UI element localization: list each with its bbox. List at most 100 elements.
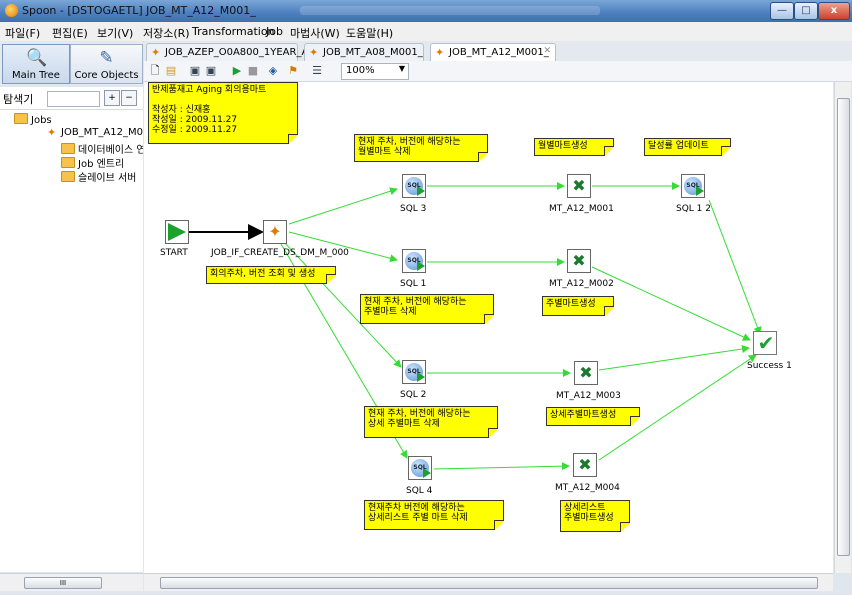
step-success-label: Success 1: [747, 361, 792, 371]
zoom-value: 100%: [346, 65, 375, 76]
step-sql3[interactable]: SQL: [402, 174, 426, 198]
step-sql2[interactable]: SQL: [402, 360, 426, 384]
hop-sql12-success[interactable]: [708, 199, 762, 335]
main-tree-button[interactable]: 🔍 Main Tree: [2, 44, 70, 84]
window-title: Spoon - [DSTOGAETL] JOB_MT_A12_M001_: [22, 4, 256, 17]
search-input[interactable]: [47, 91, 100, 107]
step-mt2[interactable]: ✖: [567, 249, 591, 273]
tab-label: JOB_MT_A08_M001_: [323, 47, 423, 58]
tab-job-mt-a08[interactable]: ✦ JOB_MT_A08_M001_: [304, 43, 424, 61]
tree-node-slave-servers[interactable]: 슬레이브 서버: [61, 169, 136, 184]
menu-bar: 파일(F) 편집(E) 보기(V) 저장소(R) Transformation …: [0, 22, 852, 42]
search-row: 탐색기 + −: [0, 87, 143, 110]
note-sql4[interactable]: 현재주차 버전에 해당하는 상세리스트 주별 마트 삭제: [364, 500, 504, 530]
main-tree-label: Main Tree: [12, 70, 60, 81]
job-canvas[interactable]: 반제품재고 Aging 회의용마트 작성자 : 신재홍 작성일 : 2009.1…: [144, 82, 833, 573]
canvas-horizontal-scrollbar[interactable]: [144, 573, 833, 591]
canvas-toolbar: 🗋 ▤ ▣ ▣ ▶ ■ ◈ ⚑ ☰ 100% ▼: [144, 61, 852, 82]
folder-icon: [61, 171, 75, 182]
sql-icon: SQL: [411, 459, 431, 478]
hop-mt2-success[interactable]: [591, 266, 751, 341]
layout-icon[interactable]: ☰: [310, 64, 324, 78]
minimize-button[interactable]: —: [770, 2, 794, 20]
canvas-hscroll-thumb[interactable]: [160, 577, 818, 589]
hop-sql4-mt4[interactable]: [433, 462, 570, 471]
merge-icon: ✖: [572, 251, 586, 270]
magnifier-icon: 🔍: [26, 48, 48, 68]
tab-label: JOB_AZEP_O0A800_1YEAR_ALL: [165, 47, 320, 58]
tab-label: JOB_MT_A12_M001_: [449, 47, 549, 58]
close-button[interactable]: x: [818, 2, 850, 20]
menu-file[interactable]: 파일(F): [5, 25, 40, 41]
note-detail-list[interactable]: 상세리스트 주별마트생성: [560, 500, 630, 532]
title-bar: Spoon - [DSTOGAETL] JOB_MT_A12_M001_ — □…: [0, 0, 852, 22]
tab-close-icon[interactable]: ✕: [543, 46, 551, 56]
sql-icon: SQL: [405, 177, 425, 196]
menu-view[interactable]: 보기(V): [97, 25, 133, 41]
run-icon[interactable]: ▶: [230, 64, 244, 78]
job-icon: ✦: [309, 46, 319, 59]
note-detail-weekly[interactable]: 상세주별마트생성: [546, 407, 640, 426]
collapse-all-icon[interactable]: −: [121, 90, 137, 106]
note-sql1[interactable]: 현재 주차, 버전에 해당하는 주별마트 삭제: [360, 294, 494, 324]
canvas-vertical-scrollbar[interactable]: [834, 82, 851, 573]
replay-icon[interactable]: ⚑: [286, 64, 300, 78]
preview-icon[interactable]: ◈: [266, 64, 280, 78]
left-scroll-thumb[interactable]: III: [24, 577, 102, 589]
note-weekly[interactable]: 주별마트생성: [542, 296, 614, 316]
folder-icon: [61, 157, 75, 168]
step-sql12[interactable]: SQL: [681, 174, 705, 198]
job-icon: ✦: [435, 46, 445, 59]
open-icon[interactable]: ▤: [164, 64, 178, 78]
menu-repository[interactable]: 저장소(R): [143, 25, 190, 41]
save-icon[interactable]: ▣: [188, 64, 202, 78]
step-mt4-label: MT_A12_M004: [555, 483, 620, 493]
menu-transformation[interactable]: Transformation: [192, 25, 275, 38]
new-icon[interactable]: 🗋: [148, 64, 162, 78]
left-horizontal-scrollbar[interactable]: III: [0, 573, 143, 591]
note-header[interactable]: 반제품재고 Aging 회의용마트 작성자 : 신재홍 작성일 : 2009.1…: [148, 82, 298, 144]
tree-node-databases[interactable]: 데이터베이스 연: [61, 141, 143, 156]
hop-mt3-success[interactable]: [598, 345, 750, 371]
step-job[interactable]: ✦: [263, 220, 287, 244]
stop-icon[interactable]: ■: [246, 64, 260, 78]
start-icon: [168, 223, 186, 241]
note-monthly[interactable]: 월별마트생성: [534, 138, 614, 156]
note-sql3[interactable]: 현재 주차, 버전에 해당하는 월별마트 삭제: [354, 134, 488, 162]
core-objects-label: Core Objects: [74, 70, 139, 81]
menu-wizard[interactable]: 마법사(W): [290, 25, 340, 41]
step-sql4[interactable]: SQL: [408, 456, 432, 480]
step-success[interactable]: ✔: [753, 331, 777, 355]
step-mt1-label: MT_A12_M001: [549, 204, 614, 214]
step-mt3[interactable]: ✖: [574, 361, 598, 385]
sql-icon: SQL: [405, 363, 425, 382]
zoom-select[interactable]: 100% ▼: [341, 63, 409, 80]
step-sql1-label: SQL 1: [400, 279, 427, 289]
tree-node-job-entries[interactable]: Job 엔트리: [61, 155, 124, 170]
spoon-app-icon: [5, 4, 18, 17]
chevron-down-icon: ▼: [398, 64, 405, 73]
maximize-button[interactable]: □: [794, 2, 818, 20]
menu-help[interactable]: 도움말(H): [346, 25, 393, 41]
step-sql2-label: SQL 2: [400, 390, 427, 400]
hop-job-sql3[interactable]: [288, 187, 398, 225]
tree-node-jobs[interactable]: Jobs: [14, 113, 52, 126]
sql-icon: SQL: [405, 252, 425, 271]
step-mt1[interactable]: ✖: [567, 174, 591, 198]
note-rate[interactable]: 달성률 업데이트: [644, 138, 731, 156]
canvas-vscroll-thumb[interactable]: [837, 98, 850, 556]
step-mt4[interactable]: ✖: [573, 453, 597, 477]
note-sql2[interactable]: 현재 주차, 버전에 해당하는 상세 주별마트 삭제: [364, 406, 498, 438]
step-sql1[interactable]: SQL: [402, 249, 426, 273]
tree-node-job[interactable]: ✦ JOB_MT_A12_M00: [47, 127, 143, 138]
menu-edit[interactable]: 편집(E): [52, 25, 88, 41]
menu-job[interactable]: Job: [266, 25, 283, 38]
core-objects-button[interactable]: ✎ Core Objects: [70, 44, 143, 84]
save-as-icon[interactable]: ▣: [204, 64, 218, 78]
expand-all-icon[interactable]: +: [104, 90, 120, 106]
tab-job-azep[interactable]: ✦ JOB_AZEP_O0A800_1YEAR_ALL: [146, 43, 319, 61]
step-start[interactable]: [165, 220, 189, 244]
note-select[interactable]: 회의주차, 버전 조회 및 생성: [206, 266, 336, 284]
step-job-label: JOB_IF_CREATE_DS_DM_M_000: [211, 248, 349, 258]
tab-job-mt-a12[interactable]: ✦ JOB_MT_A12_M001_ ✕: [430, 43, 556, 61]
